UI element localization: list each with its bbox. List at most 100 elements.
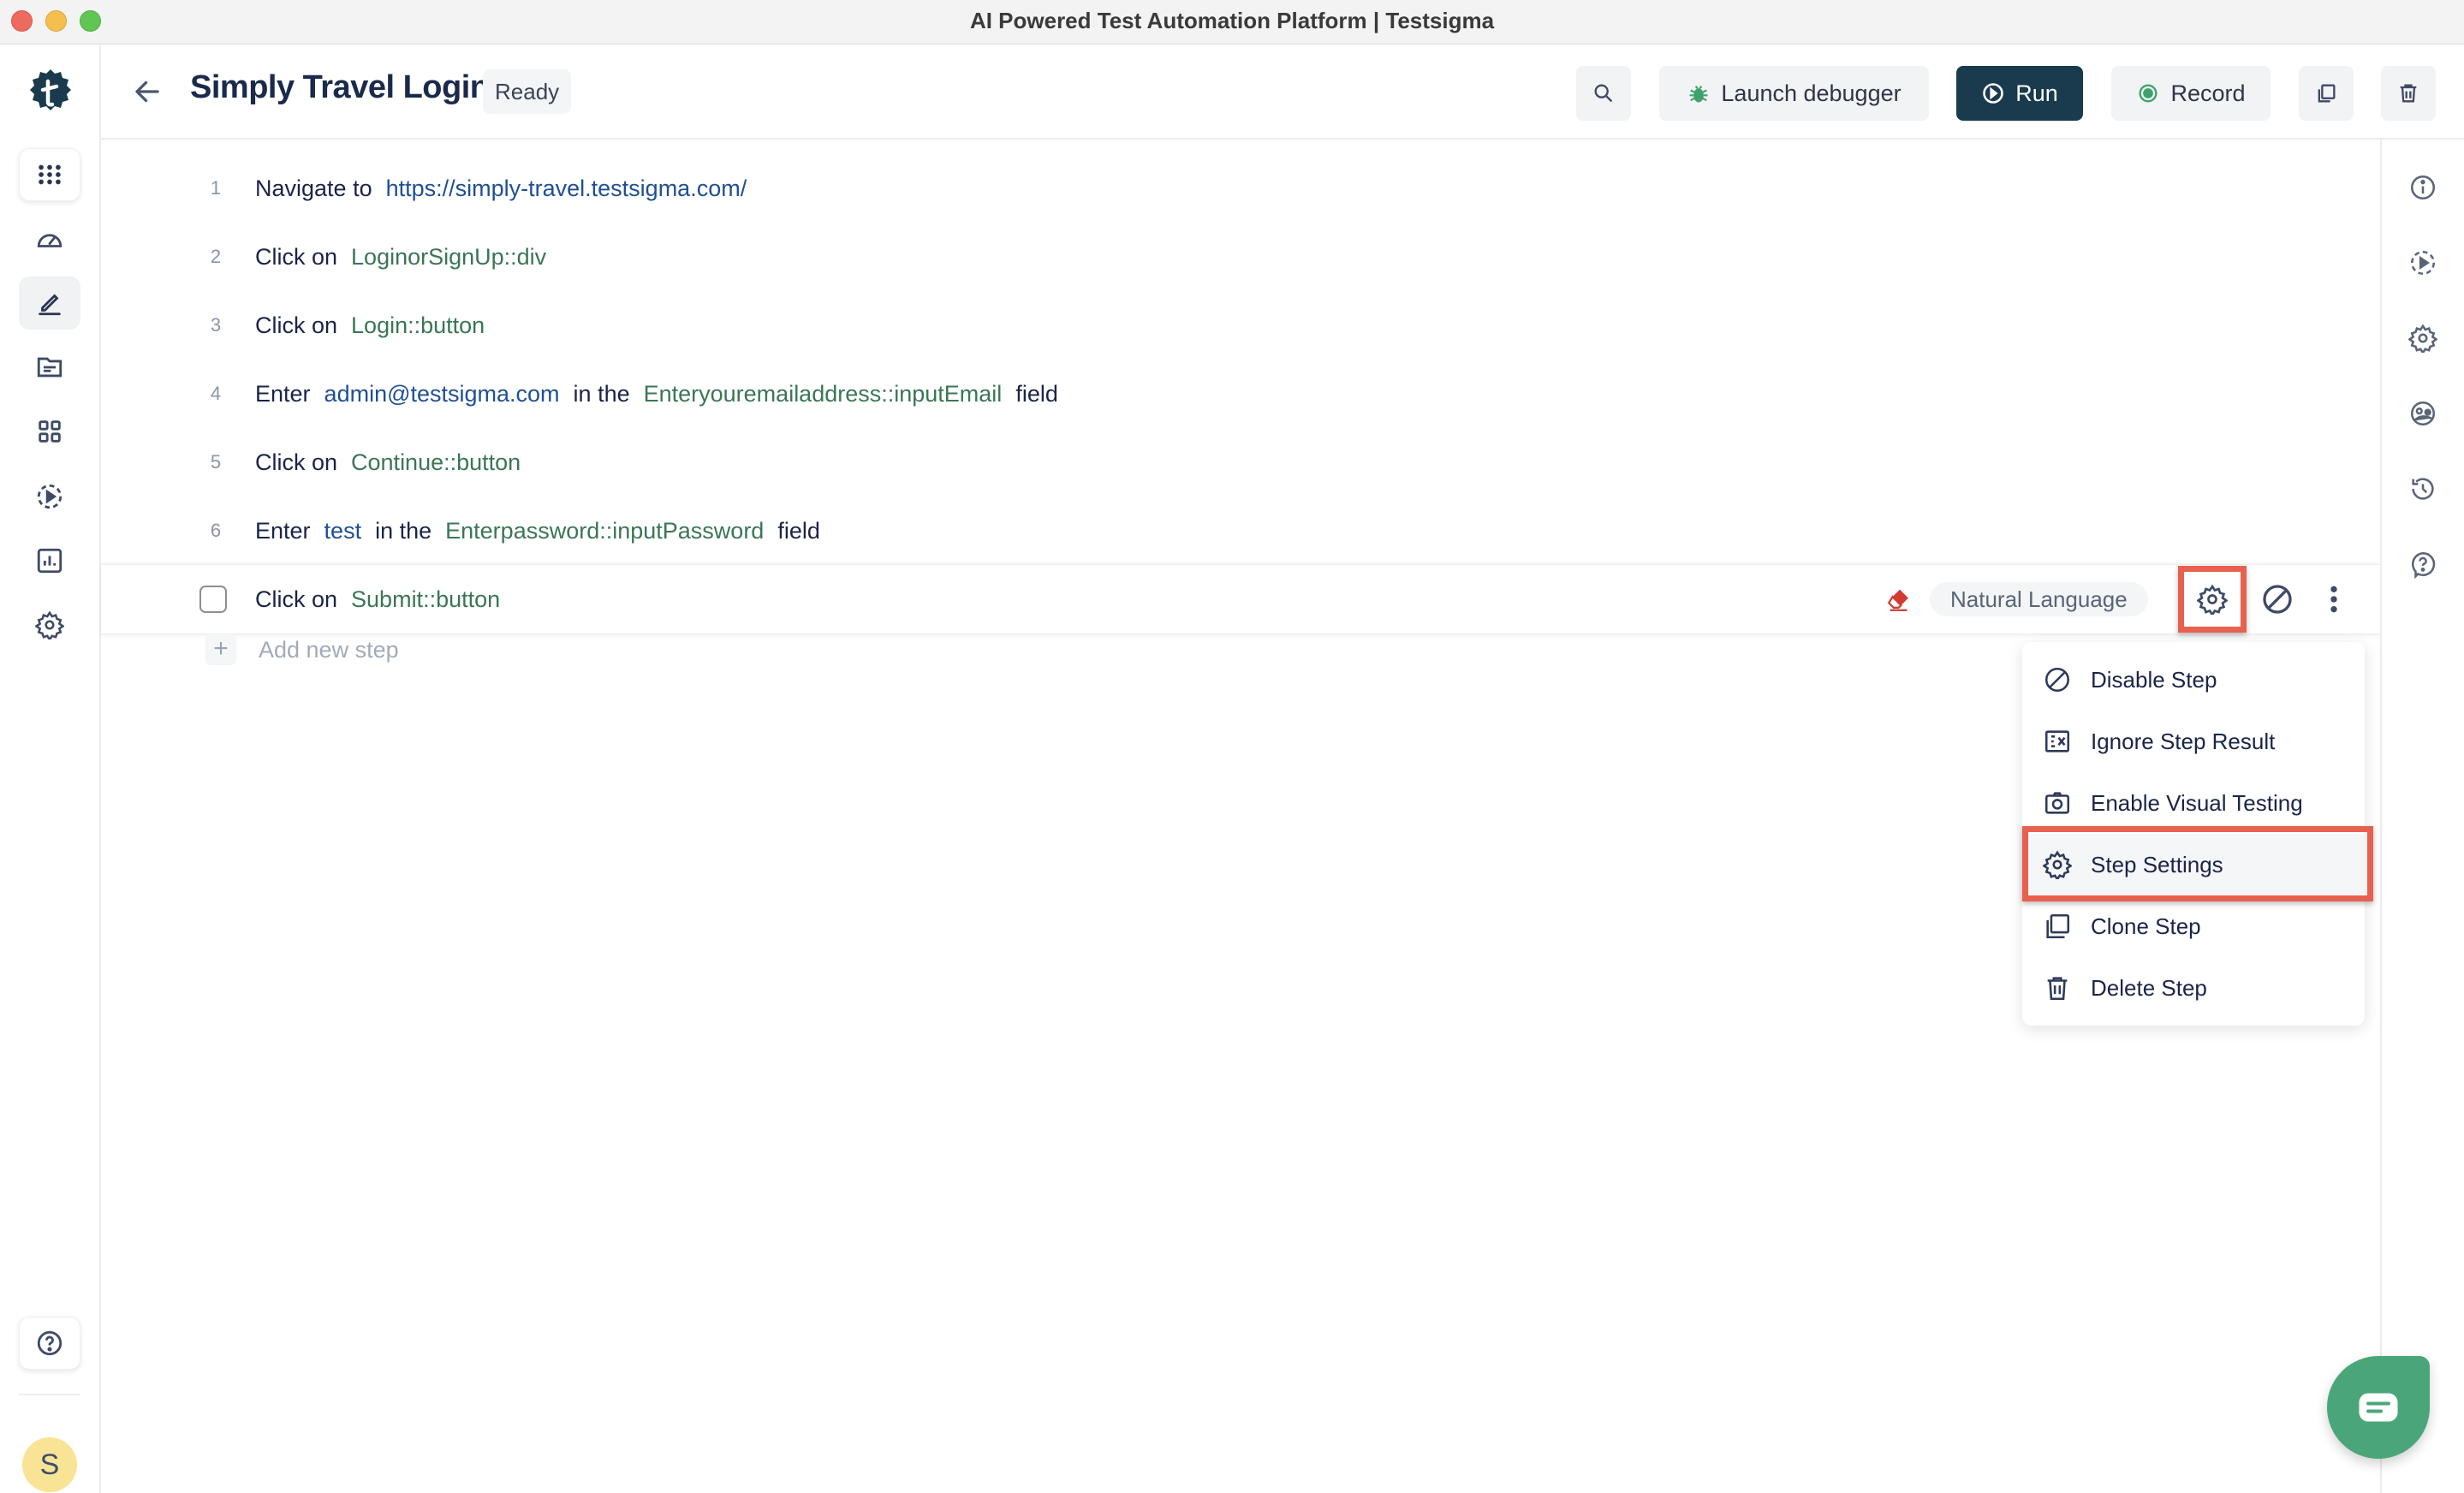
menu-item-label: Step Settings [2091,851,2223,877]
camera-icon [2044,792,2070,814]
step-action: Click on [255,449,338,475]
arrow-left-icon [135,80,159,103]
natural-language-pill[interactable]: Natural Language [1930,582,2148,616]
step-text: Click on Login::button [255,312,498,339]
menu-item-clone-step[interactable]: Clone Step [2022,895,2365,957]
folder-icon [37,357,62,378]
step-row[interactable]: 1 Navigate to https://simply-travel.test… [101,154,2380,223]
step-element[interactable]: Continue::button [351,449,521,476]
step-suffix: field [1015,380,1058,407]
step-action: Enter [255,380,311,407]
eraser-icon[interactable] [1885,585,1914,614]
copy-button[interactable] [2299,66,2354,121]
step-row[interactable]: 6 Enter test in the Enterpassword::input… [101,497,2380,565]
step-number: 2 [210,246,222,267]
record-button[interactable]: Record [2111,66,2271,121]
step-text: Click on Continue::button [255,449,534,476]
step-test-data[interactable]: admin@testsigma.com [324,381,560,407]
step-context-menu: Disable Step Ignore Step Result Enable V… [2022,642,2365,1026]
step-number: 6 [210,520,222,541]
chat-support-button[interactable] [2327,1356,2430,1459]
gear-icon [2197,584,2228,615]
menu-item-step-settings[interactable]: Step Settings [2022,834,2365,895]
step-action: Enter [255,517,311,544]
sidebar-item-test-data[interactable] [19,341,80,394]
rail-info-button[interactable] [2407,172,2438,203]
step-row[interactable]: 2 Click on LoginorSignUp::div [101,223,2380,291]
disable-icon[interactable] [2260,582,2294,616]
step-element[interactable]: Enterpassword::inputPassword [445,518,764,544]
rail-settings-button[interactable] [2407,323,2438,354]
menu-item-label: Disable Step [2091,666,2217,693]
step-element[interactable]: LoginorSignUp::div [351,244,546,271]
help-chat-icon [2411,551,2436,579]
back-button[interactable] [128,73,166,110]
left-sidebar: S [0,45,101,1493]
menu-item-enable-visual-testing[interactable]: Enable Visual Testing [2022,772,2365,834]
record-label: Record [2170,80,2246,106]
step-text: Navigate to https://simply-travel.testsi… [255,175,760,202]
add-new-step-label: Add new step [259,636,399,663]
more-vertical-icon[interactable] [2325,582,2342,616]
menu-item-delete-step[interactable]: Delete Step [2022,957,2365,1019]
user-avatar[interactable]: S [22,1437,77,1492]
sidebar-item-reports[interactable] [19,534,80,587]
search-button[interactable] [1576,66,1631,121]
sidebar-item-runs[interactable] [19,470,80,523]
sidebar-item-test-cases[interactable] [19,277,80,330]
page-header: Simply Travel Login Ready Launch debugge… [101,45,2464,140]
step-suffix: field [777,517,820,544]
window-titlebar: AI Powered Test Automation Platform | Te… [0,0,2464,45]
step-row[interactable]: 5 Click on Continue::button [101,428,2380,497]
right-rail [2380,140,2464,1493]
sidebar-item-settings[interactable] [19,598,80,651]
plus-icon: + [205,634,236,665]
step-row[interactable]: 4 Enter admin@testsigma.com in the Enter… [101,360,2380,428]
rail-runs-button[interactable] [2407,247,2438,278]
sidebar-item-elements[interactable] [19,405,80,458]
page-title: Simply Travel Login [190,69,490,105]
menu-item-ignore-step-result[interactable]: Ignore Step Result [2022,711,2365,772]
step-text: Enter test in the Enterpassword::inputPa… [255,518,834,544]
rail-help-button[interactable] [2407,549,2438,580]
step-connector: in the [573,380,630,407]
rail-history-button[interactable] [2407,473,2438,504]
clone-icon [2046,913,2070,939]
dashed-play-icon [37,484,62,509]
launch-debugger-label: Launch debugger [1721,80,1902,106]
step-element[interactable]: Enteryouremailaddress::inputEmail [644,381,1003,407]
menu-item-label: Enable Visual Testing [2091,789,2303,816]
ignore-result-icon [2044,730,2070,752]
step-text: Click on LoginorSignUp::div [255,244,560,271]
gear-icon [35,610,64,639]
pencil-icon [39,294,61,316]
step-checkbox[interactable] [199,586,227,613]
step-action: Click on [255,586,338,612]
bug-icon [1689,86,1708,103]
step-text: Enter admin@testsigma.com in the Enteryo… [255,381,1072,407]
step-test-data[interactable]: test [324,518,362,544]
info-icon [2410,175,2436,200]
rail-people-button[interactable] [2407,398,2438,429]
step-action: Click on [255,312,338,338]
sidebar-item-dashboard[interactable] [19,212,80,265]
sidebar-item-apps[interactable] [19,148,80,201]
delete-button[interactable] [2381,66,2436,121]
step-settings-button[interactable] [2178,566,2247,633]
help-button[interactable] [19,1317,80,1370]
step-row[interactable]: 3 Click on Login::button [101,291,2380,360]
run-button[interactable]: Run [1956,66,2083,121]
testsigma-logo[interactable] [26,68,75,117]
step-row-selected[interactable]: Click on Submit::button Natural Language [101,564,2380,634]
step-element[interactable]: Login::button [351,312,485,339]
launch-debugger-button[interactable]: Launch debugger [1659,66,1929,121]
trash-icon [2047,977,2068,1001]
window-title: AI Powered Test Automation Platform | Te… [969,8,1495,33]
step-test-data[interactable]: https://simply-travel.testsigma.com/ [386,175,747,202]
four-squares-icon [39,420,61,443]
menu-item-disable-step[interactable]: Disable Step [2022,649,2365,711]
history-icon [2412,478,2434,500]
people-icon [2410,401,2436,426]
step-element[interactable]: Submit::button [351,586,500,613]
bar-chart-icon [37,548,62,574]
